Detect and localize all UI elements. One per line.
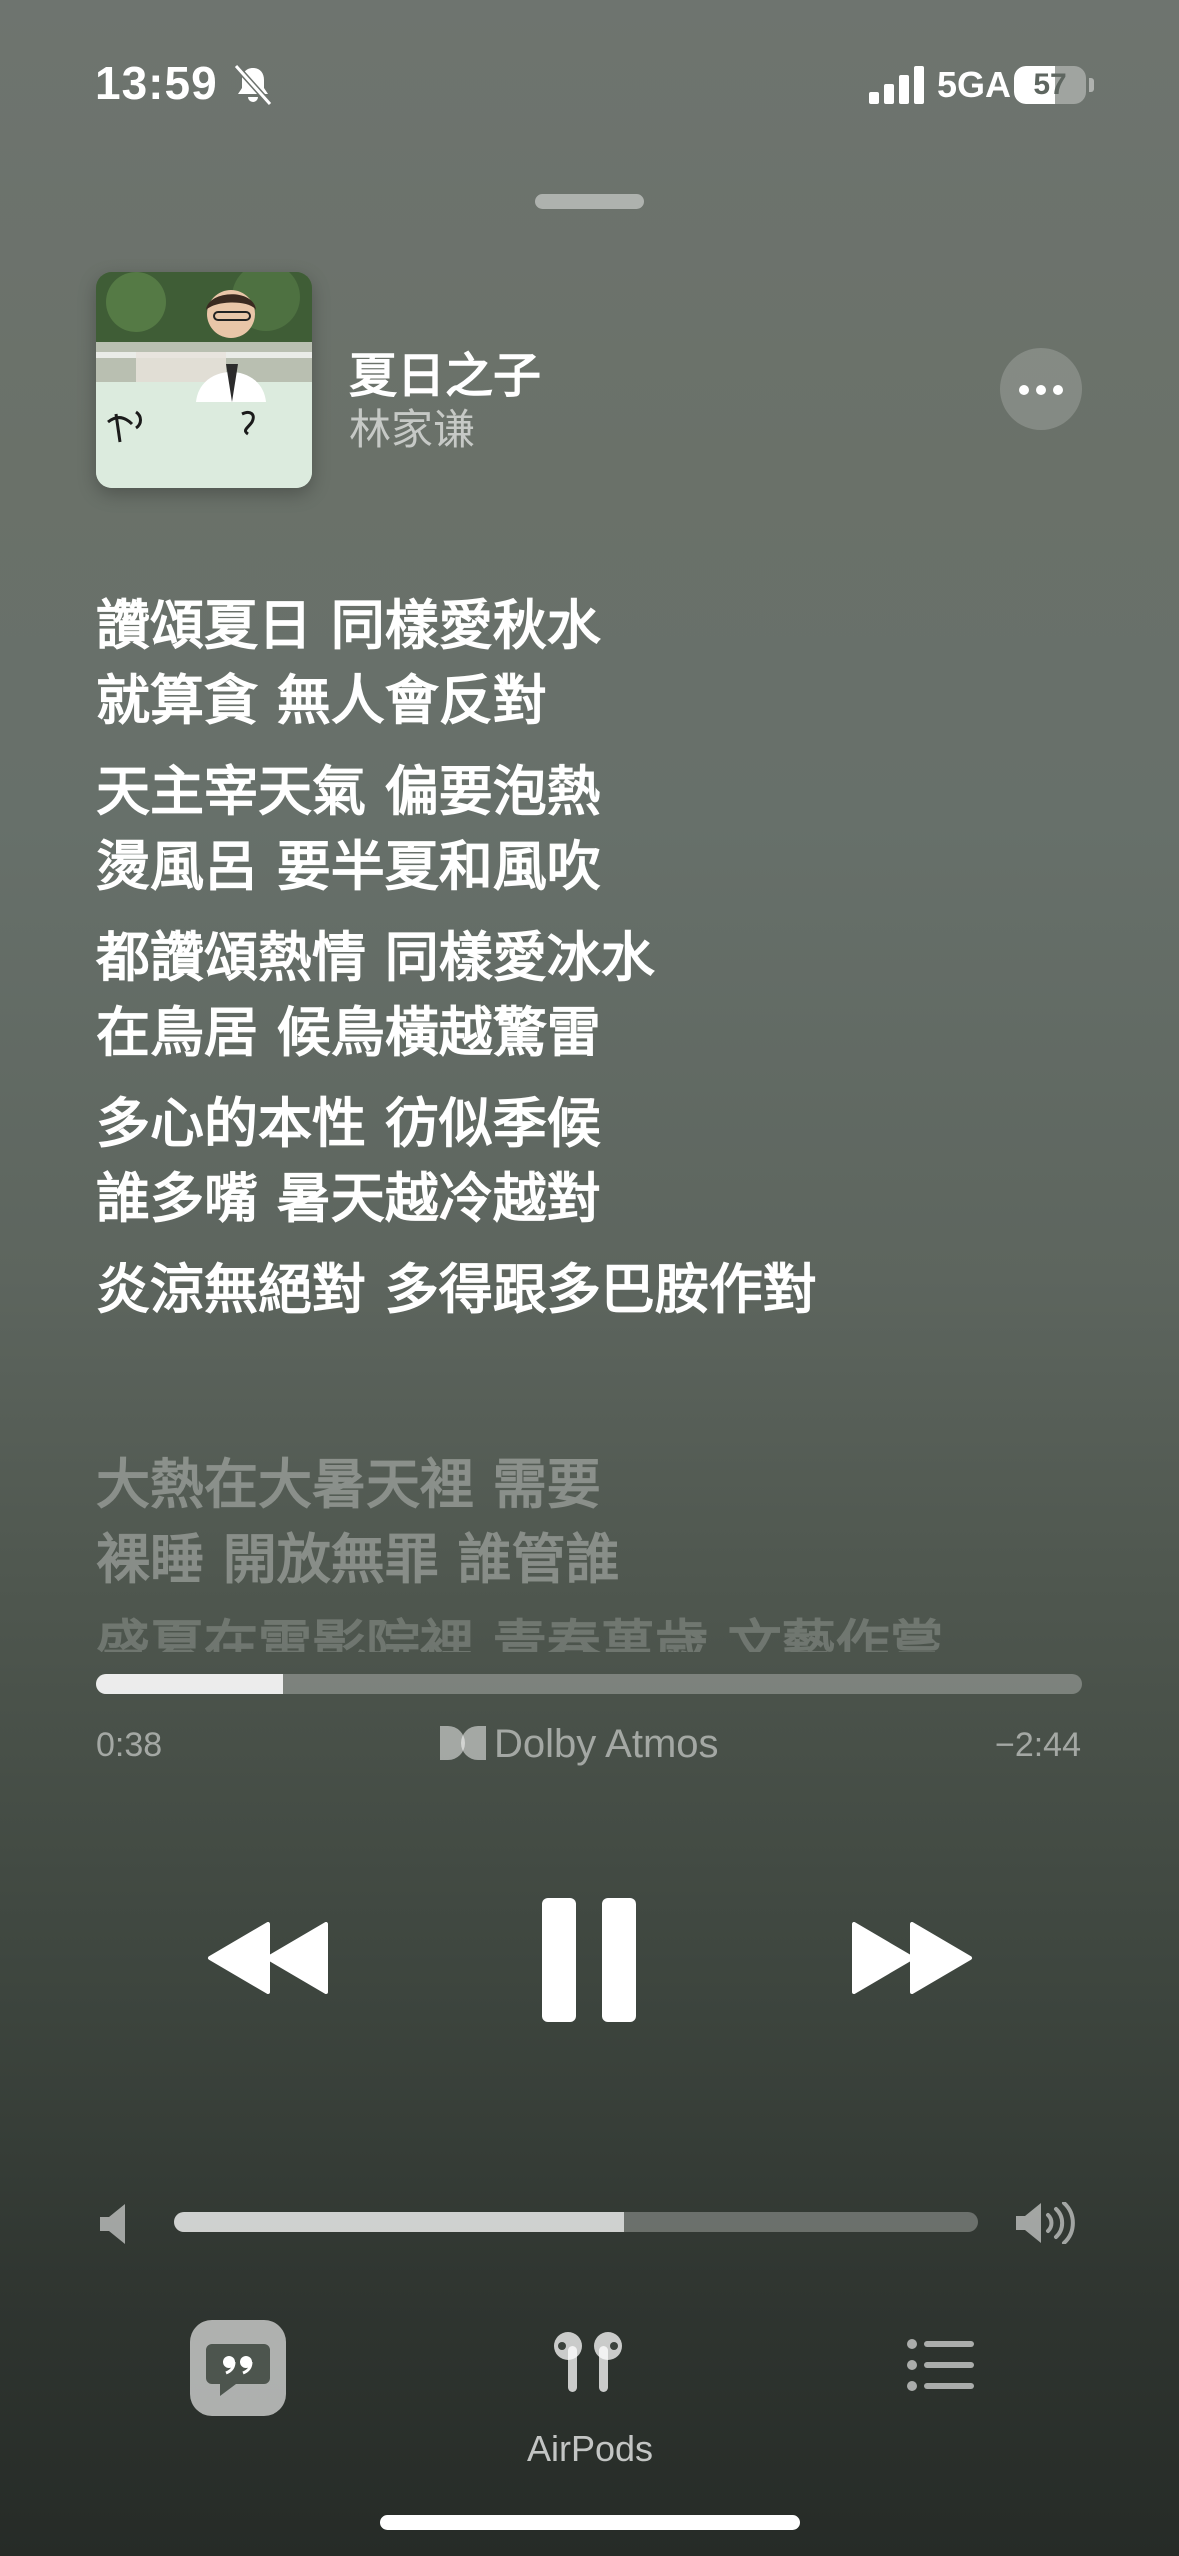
lyric-line-fading[interactable]: 盛夏在電影院裡 青春萬歲 文藝作嘗 — [96, 1608, 944, 1652]
lyric-line: 多心的本性 彷似季候 — [96, 1092, 601, 1155]
network-type: 5GA — [937, 64, 1012, 105]
playback-progress-fill — [96, 1674, 284, 1694]
lyric-line: 誰多嘴 暑天越冷越對 — [96, 1167, 601, 1230]
battery-icon: 57 — [1014, 66, 1094, 106]
lyric-line: 裸睡 開放無罪 誰管誰 — [96, 1528, 620, 1591]
airpods-icon[interactable] — [548, 2328, 628, 2398]
lyric-line: 都讚頌熱情 同樣愛冰水 — [96, 926, 655, 989]
status-time: 13:59 — [95, 57, 218, 109]
lyric-line: 天主宰天氣 偏要泡熱 — [96, 760, 601, 823]
list-bullet-icon[interactable] — [906, 2338, 974, 2392]
lyric-block[interactable]: 多心的本性 彷似季候 誰多嘴 暑天越冷越對 — [96, 1086, 1096, 1236]
lyrics-button[interactable] — [190, 2320, 286, 2416]
quote-bubble-icon — [206, 2344, 270, 2396]
speaker-icon — [100, 2204, 125, 2244]
lyrics-current[interactable]: 讚頌夏日 同樣愛秋水 就算貪 無人會反對 天主宰天氣 偏要泡熱 燙風呂 要半夏和… — [96, 588, 1096, 1343]
lyric-block[interactable]: 大熱在大暑天裡 需要 裸睡 開放無罪 誰管誰 — [96, 1447, 1096, 1597]
lyric-line: 讚頌夏日 同樣愛秋水 — [96, 594, 601, 657]
home-indicator[interactable] — [380, 2515, 800, 2530]
playback-scrubber[interactable] — [96, 1674, 1082, 1694]
song-artist[interactable]: 林家谦 — [349, 396, 475, 457]
lyric-line: 就算貪 無人會反對 — [96, 669, 547, 732]
time-elapsed: 0:38 — [96, 1726, 163, 1764]
album-artwork[interactable] — [96, 272, 312, 488]
more-options-button[interactable] — [1000, 348, 1082, 430]
bell-slash-icon — [233, 63, 273, 107]
volume-level-fill — [174, 2212, 625, 2232]
lyric-line: 炎涼無絕對 多得跟多巴胺作對 — [96, 1258, 817, 1321]
sheet-grabber[interactable] — [535, 194, 644, 209]
lyric-line: 在鳥居 候鳥橫越驚雷 — [96, 1001, 601, 1064]
backward-icon[interactable] — [206, 1922, 330, 1994]
time-remaining: −2:44 — [994, 1726, 1081, 1764]
lyric-block[interactable]: 天主宰天氣 偏要泡熱 燙風呂 要半夏和風吹 — [96, 754, 1096, 904]
lyric-block[interactable]: 讚頌夏日 同樣愛秋水 就算貪 無人會反對 — [96, 588, 1096, 738]
dolby-icon — [440, 1726, 486, 1760]
artwork-illustration — [96, 272, 312, 488]
lyric-line: 燙風呂 要半夏和風吹 — [96, 835, 601, 898]
forward-icon[interactable] — [850, 1922, 974, 1994]
airpods-label[interactable]: AirPods — [470, 2428, 710, 2470]
dolby-label: Dolby Atmos — [494, 1722, 719, 1766]
lyric-block[interactable]: 炎涼無絕對 多得跟多巴胺作對 — [96, 1252, 1096, 1327]
lyric-line: 大熱在大暑天裡 需要 — [96, 1453, 601, 1516]
volume-slider[interactable] — [174, 2212, 978, 2232]
speaker-wave-icon — [1016, 2202, 1075, 2244]
battery-level: 57 — [1033, 68, 1067, 101]
lyrics-upcoming[interactable]: 大熱在大暑天裡 需要 裸睡 開放無罪 誰管誰 — [96, 1447, 1096, 1613]
cellular-signal-icon — [869, 66, 924, 104]
pause-icon[interactable] — [542, 1898, 636, 2022]
lyric-block[interactable]: 都讚頌熱情 同樣愛冰水 在鳥居 候鳥橫越驚雷 — [96, 920, 1096, 1070]
